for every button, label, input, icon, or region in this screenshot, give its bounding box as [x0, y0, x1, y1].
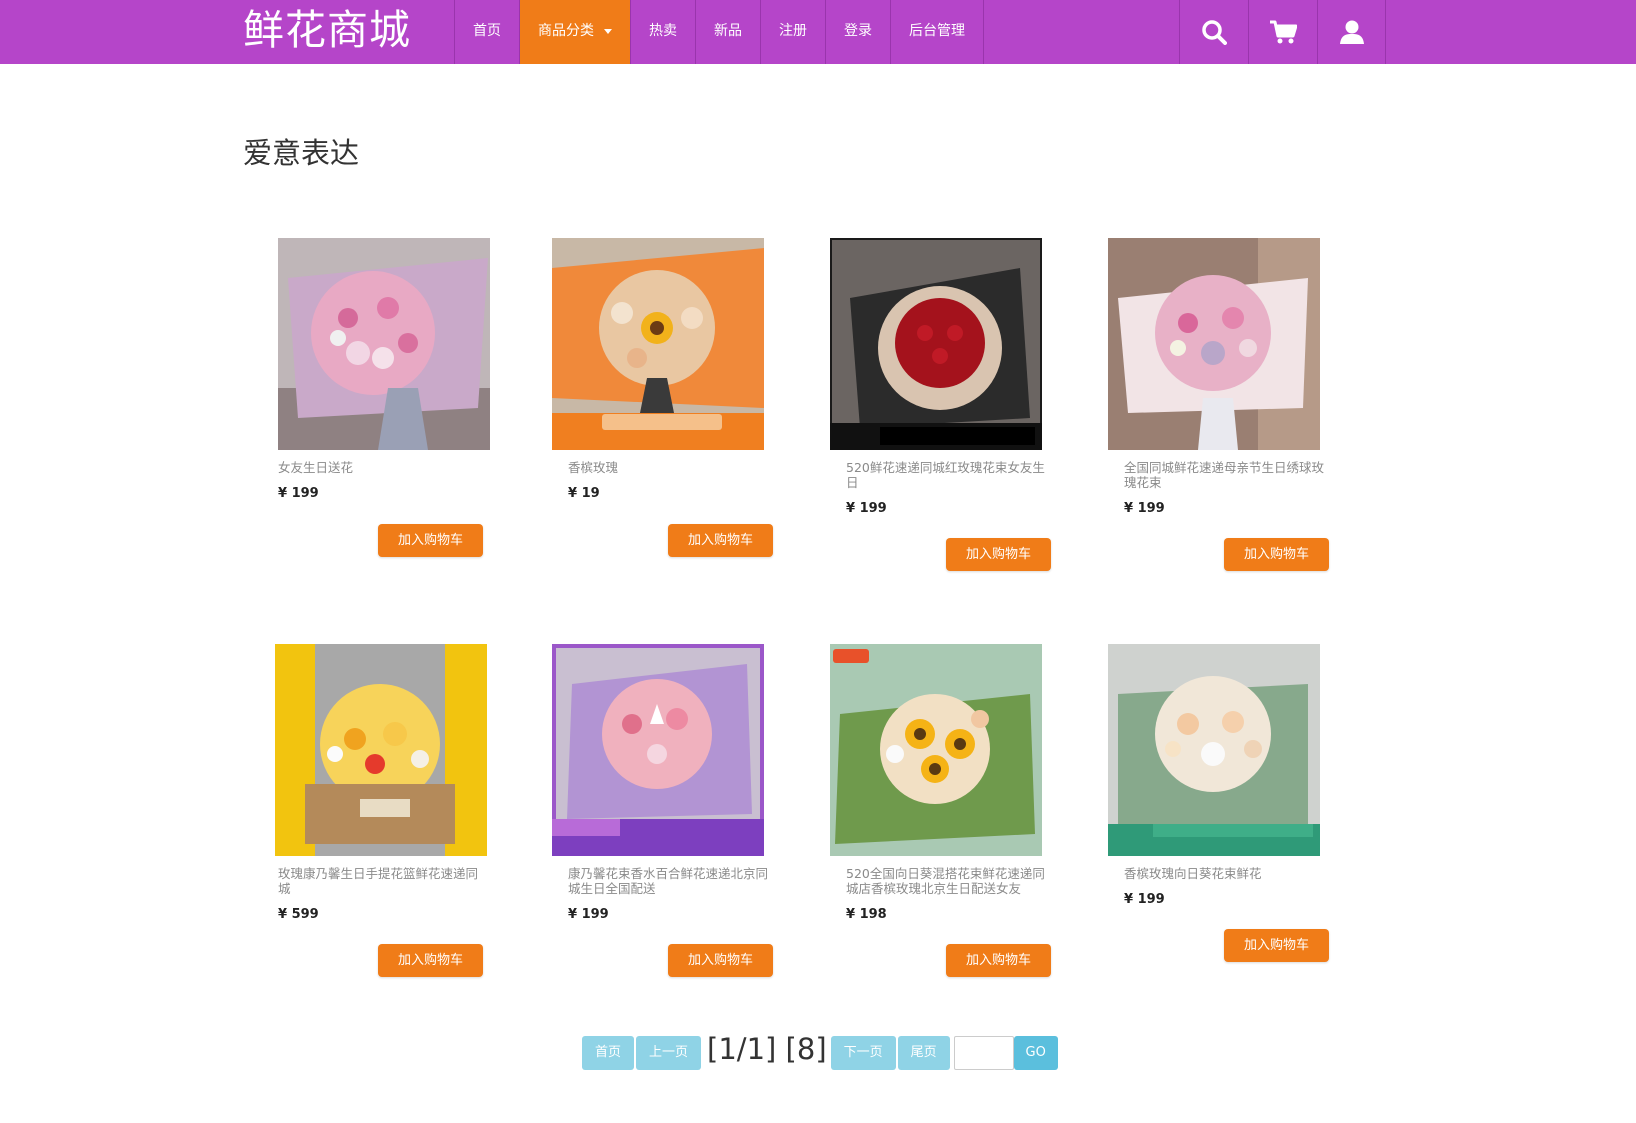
- nav-new[interactable]: 新品: [695, 0, 760, 64]
- product-price: ¥ 199: [846, 501, 887, 516]
- first-page-button[interactable]: 首页: [582, 1036, 635, 1070]
- add-to-cart-button[interactable]: 加入购物车: [378, 524, 483, 557]
- product-name[interactable]: 女友生日送花: [278, 460, 488, 475]
- product-name[interactable]: 全国同城鲜花速递母亲节生日绣球玫瑰花束: [1124, 460, 1334, 490]
- nav-hot[interactable]: 热卖: [630, 0, 695, 64]
- product-image[interactable]: [1108, 644, 1320, 856]
- nav-login[interactable]: 登录: [825, 0, 890, 64]
- nav-admin[interactable]: 后台管理: [890, 0, 984, 64]
- add-to-cart-button[interactable]: 加入购物车: [668, 524, 773, 557]
- next-page-button[interactable]: 下一页: [830, 1036, 896, 1070]
- nav-categories-dropdown[interactable]: 商品分类: [519, 0, 630, 64]
- cart-button[interactable]: [1248, 0, 1317, 64]
- last-page-button[interactable]: 尾页: [897, 1036, 950, 1070]
- product-image[interactable]: [830, 238, 1042, 450]
- cart-icon: [1270, 20, 1297, 44]
- product-price: ¥ 199: [1124, 501, 1165, 516]
- product-price: ¥ 199: [278, 486, 319, 501]
- add-to-cart-button[interactable]: 加入购物车: [1224, 538, 1329, 571]
- product-price: ¥ 199: [568, 907, 609, 922]
- add-to-cart-button[interactable]: 加入购物车: [668, 944, 773, 977]
- search-icon: [1202, 20, 1227, 45]
- product-image[interactable]: [278, 238, 490, 450]
- nav-actions: [1179, 0, 1386, 64]
- nav-home[interactable]: 首页: [454, 0, 519, 64]
- product-name[interactable]: 520鲜花速递同城红玫瑰花束女友生日: [846, 460, 1056, 490]
- pagination: 首页 上一页 [1/1] [8] 下一页 尾页 GO: [582, 1030, 1058, 1076]
- product-name[interactable]: 香槟玫瑰: [568, 460, 778, 475]
- main-nav: 首页 商品分类 热卖 新品 注册 登录 后台管理: [454, 0, 984, 64]
- add-to-cart-button[interactable]: 加入购物车: [378, 944, 483, 977]
- product-price: ¥ 19: [568, 486, 600, 501]
- product-price: ¥ 198: [846, 907, 887, 922]
- product-name[interactable]: 香槟玫瑰向日葵花束鲜花: [1124, 866, 1334, 881]
- product-price: ¥ 599: [278, 907, 319, 922]
- top-navbar: 鲜花商城 首页 商品分类 热卖 新品 注册 登录 后台管理: [0, 0, 1636, 64]
- add-to-cart-button[interactable]: 加入购物车: [946, 944, 1051, 977]
- product-image[interactable]: [830, 644, 1042, 856]
- add-to-cart-button[interactable]: 加入购物车: [1224, 929, 1329, 962]
- user-button[interactable]: [1317, 0, 1386, 64]
- page-info: [1/1] [8]: [707, 1032, 827, 1066]
- brand-logo[interactable]: 鲜花商城: [243, 2, 411, 60]
- product-image[interactable]: [1108, 238, 1320, 450]
- product-image[interactable]: [275, 644, 487, 856]
- page-title: 爱意表达: [243, 136, 360, 170]
- search-button[interactable]: [1179, 0, 1248, 64]
- prev-page-button[interactable]: 上一页: [636, 1036, 702, 1070]
- nav-register[interactable]: 注册: [760, 0, 825, 64]
- caret-down-icon: [604, 28, 612, 34]
- product-image[interactable]: [552, 644, 764, 856]
- add-to-cart-button[interactable]: 加入购物车: [946, 538, 1051, 571]
- product-name[interactable]: 康乃馨花束香水百合鲜花速递北京同城生日全国配送: [568, 866, 778, 896]
- product-name[interactable]: 玫瑰康乃馨生日手提花篮鲜花速递同城: [278, 866, 488, 896]
- product-price: ¥ 199: [1124, 892, 1165, 907]
- product-name[interactable]: 520全国向日葵混搭花束鲜花速递同城店香槟玫瑰北京生日配送女友: [846, 866, 1056, 896]
- nav-categories-label: 商品分类: [538, 23, 594, 39]
- page-number-input[interactable]: [953, 1036, 1014, 1070]
- user-icon: [1339, 20, 1364, 44]
- go-button[interactable]: GO: [1013, 1036, 1058, 1070]
- product-image[interactable]: [552, 238, 764, 450]
